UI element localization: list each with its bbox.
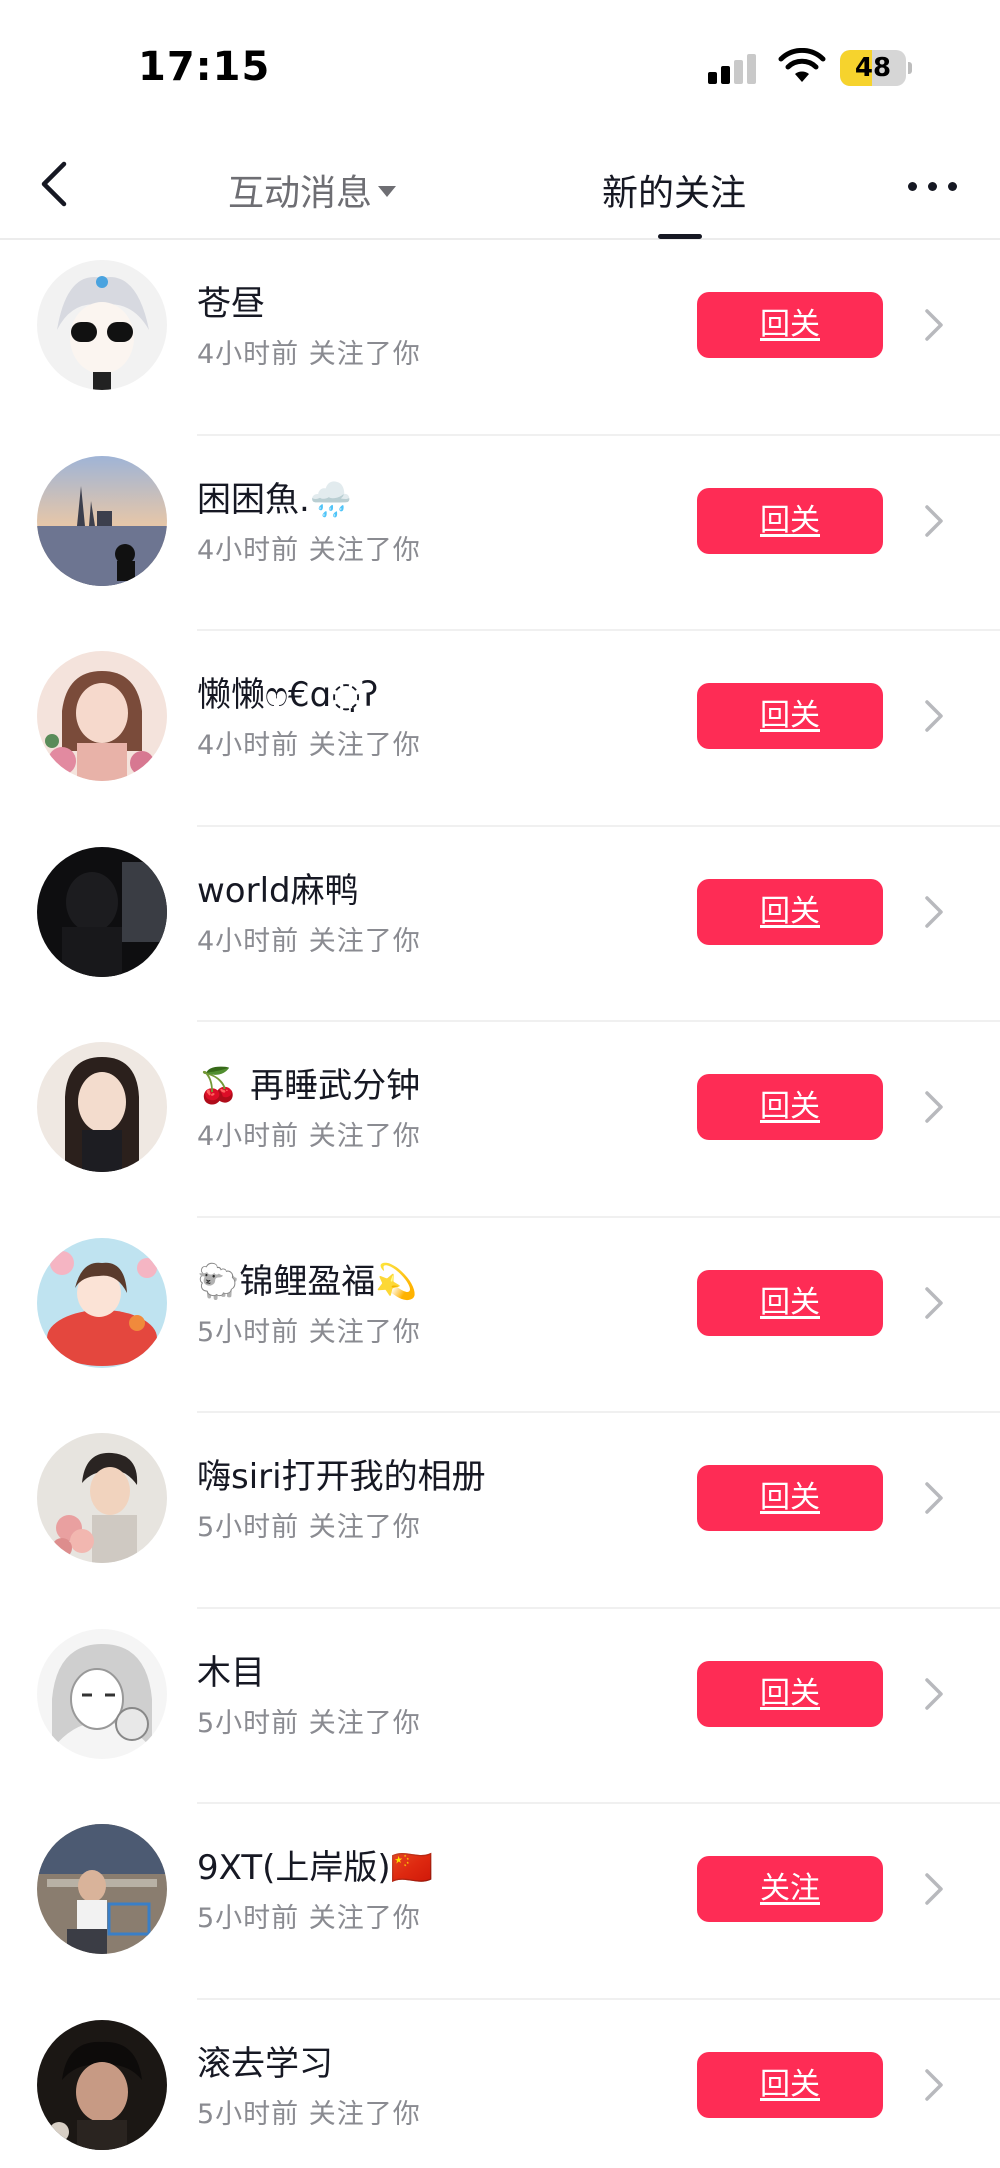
avatar[interactable] — [37, 846, 167, 977]
avatar-image — [37, 2019, 167, 2150]
chevron-right-icon[interactable] — [922, 1675, 946, 1713]
follower-name: 困困魚.🌧️ — [197, 479, 353, 520]
avatar-image — [37, 1628, 167, 1759]
follower-name: 苍昼 — [197, 284, 265, 324]
chevron-right-icon[interactable] — [922, 2066, 946, 2104]
tab-interactions[interactable]: 互动消息 — [228, 164, 397, 216]
follow-list: 苍昼 4小时前 关注了你 回关 困困魚.🌧️ 4小时前 关注了你 回关 懒懒ෆ€… — [0, 240, 1000, 2168]
chevron-right-icon[interactable] — [922, 306, 946, 344]
chevron-right-icon[interactable] — [922, 1479, 946, 1517]
follow-time-text: 5小时前 关注了你 — [197, 2098, 421, 2130]
avatar[interactable] — [37, 455, 167, 586]
avatar-image — [37, 1824, 167, 1954]
follow-time-text: 5小时前 关注了你 — [197, 1512, 421, 1543]
tab-interactions-label: 互动消息 — [228, 173, 373, 214]
avatar-image — [37, 651, 167, 781]
status-bar: 17:15 48 — [0, 0, 1000, 120]
follow-time-text: 4小时前 关注了你 — [197, 1121, 421, 1152]
avatar[interactable] — [37, 1042, 167, 1172]
active-tab-indicator — [658, 234, 702, 239]
avatar[interactable] — [37, 1824, 167, 1954]
follow-back-button[interactable]: 回关 — [697, 683, 883, 749]
avatar[interactable] — [37, 2019, 167, 2150]
follow-back-button[interactable]: 回关 — [697, 878, 883, 945]
follow-time-text: 5小时前 关注了你 — [197, 1316, 421, 1348]
follow-back-button[interactable]: 回关 — [697, 1074, 883, 1140]
chevron-right-icon[interactable] — [922, 1088, 946, 1126]
follow-back-button[interactable]: 回关 — [697, 487, 883, 554]
follow-button[interactable]: 关注 — [697, 1856, 883, 1922]
avatar[interactable] — [37, 1628, 167, 1759]
avatar-image — [37, 1433, 167, 1563]
follower-name: 嗨siri打开我的相册 — [197, 1457, 486, 1497]
chevron-right-icon[interactable] — [922, 893, 946, 931]
follower-row-2[interactable]: 困困魚.🌧️ 4小时前 关注了你 回关 — [0, 436, 1000, 631]
follower-row-10[interactable]: 滚去学习 5小时前 关注了你 回关 — [0, 2000, 1000, 2168]
follower-row-8[interactable]: 木目 5小时前 关注了你 回关 — [0, 1609, 1000, 1804]
follower-name: 9XT(上岸版)🇨🇳 — [197, 1848, 433, 1888]
follower-name: 🍒 再睡武分钟 — [197, 1066, 421, 1106]
follow-back-button[interactable]: 回关 — [697, 1660, 883, 1727]
avatar[interactable] — [37, 1433, 167, 1563]
follow-back-button[interactable]: 回关 — [697, 2051, 883, 2118]
avatar[interactable] — [37, 1237, 167, 1368]
avatar-image — [37, 846, 167, 977]
follower-name: world麻鸭 — [197, 870, 359, 911]
nav-bar: 互动消息 新的关注 — [0, 120, 1000, 240]
follower-name: 🐑锦鲤盈福💫 — [197, 1261, 418, 1302]
avatar[interactable] — [37, 260, 167, 390]
avatar-image — [37, 260, 167, 390]
battery-icon: 48 — [840, 50, 912, 86]
cellular-signal-icon — [708, 54, 760, 84]
follow-time-text: 4小时前 关注了你 — [197, 730, 421, 761]
follower-row-4[interactable]: world麻鸭 4小时前 关注了你 回关 — [0, 827, 1000, 1022]
wifi-icon — [778, 48, 826, 82]
follower-row-3[interactable]: 懒懒ෆ€ɑ◌̣ʔ 4小时前 关注了你 回关 — [0, 631, 1000, 827]
follow-time-text: 4小时前 关注了你 — [197, 534, 421, 566]
follower-row-6[interactable]: 🐑锦鲤盈福💫 5小时前 关注了你 回关 — [0, 1218, 1000, 1413]
follower-name: 木目 — [197, 1652, 265, 1693]
battery-percentage: 48 — [854, 53, 892, 83]
follow-back-button[interactable]: 回关 — [697, 1465, 883, 1531]
chevron-right-icon[interactable] — [922, 1870, 946, 1908]
follower-row-9[interactable]: 9XT(上岸版)🇨🇳 5小时前 关注了你 关注 — [0, 1804, 1000, 2000]
tab-new-follows[interactable]: 新的关注 — [602, 164, 746, 216]
follower-row-7[interactable]: 嗨siri打开我的相册 5小时前 关注了你 回关 — [0, 1413, 1000, 1609]
follow-back-button[interactable]: 回关 — [697, 1269, 883, 1336]
avatar-image — [37, 1042, 167, 1172]
caret-down-icon — [378, 185, 397, 197]
follow-time-text: 4小时前 关注了你 — [197, 339, 421, 370]
back-button[interactable] — [36, 160, 76, 208]
follower-name: 滚去学习 — [197, 2043, 333, 2084]
chevron-right-icon[interactable] — [922, 697, 946, 735]
follow-back-button[interactable]: 回关 — [697, 292, 883, 358]
follow-time-text: 5小时前 关注了你 — [197, 1903, 421, 1934]
chevron-right-icon[interactable] — [922, 1284, 946, 1322]
follow-time-text: 4小时前 关注了你 — [197, 925, 421, 957]
follow-time-text: 5小时前 关注了你 — [197, 1707, 421, 1739]
avatar-image — [37, 1237, 167, 1368]
more-dots-icon[interactable] — [906, 176, 962, 196]
follower-row-1[interactable]: 苍昼 4小时前 关注了你 回关 — [0, 240, 1000, 436]
avatar-image — [37, 455, 167, 586]
status-time: 17:15 — [138, 44, 271, 90]
follower-name: 懒懒ෆ€ɑ◌̣ʔ — [197, 675, 379, 715]
chevron-right-icon[interactable] — [922, 502, 946, 540]
avatar[interactable] — [37, 651, 167, 781]
follower-row-5[interactable]: 🍒 再睡武分钟 4小时前 关注了你 回关 — [0, 1022, 1000, 1218]
